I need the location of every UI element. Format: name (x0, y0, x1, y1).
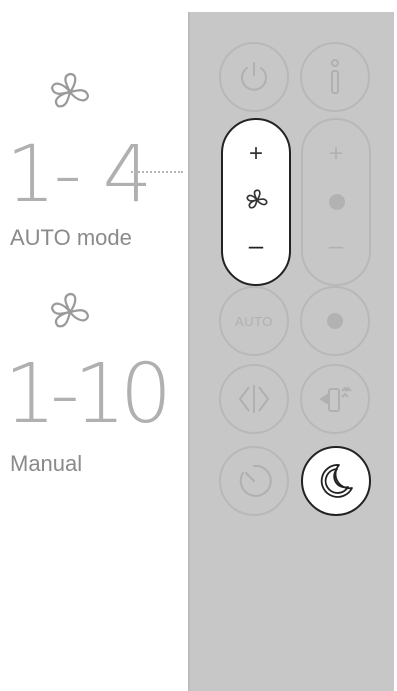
speed-legend: 1- 4 AUTO mode 1-10 Manual (0, 0, 190, 691)
sleep-timer-button[interactable] (219, 446, 289, 516)
airflow-direction-button[interactable] (300, 364, 370, 434)
info-button[interactable] (300, 42, 370, 112)
fan-icon (48, 290, 92, 334)
indicator-dot (327, 313, 343, 329)
auto-label: AUTO (235, 313, 273, 329)
timer-icon (234, 461, 274, 501)
temperature-down-button[interactable]: – (303, 232, 369, 258)
remote-control (190, 12, 394, 691)
temperature-up-button[interactable]: + (303, 142, 369, 166)
manual-mode-label: Manual (10, 451, 83, 476)
auto-speed-range: 1- 4 (6, 130, 152, 220)
oscillation-button[interactable] (219, 364, 289, 434)
power-button[interactable] (219, 42, 289, 112)
fan-icon (48, 70, 92, 114)
fan-speed-control[interactable]: + – (221, 118, 291, 286)
fan-speed-down-button[interactable]: – (223, 232, 289, 258)
indicator-dot (329, 194, 345, 210)
temperature-control[interactable]: + – (301, 118, 371, 286)
dotted-connector (131, 171, 183, 173)
info-icon (325, 57, 345, 97)
auto-mode-label: AUTO mode (10, 225, 132, 250)
auto-mode-button[interactable]: AUTO (219, 286, 289, 356)
fan-speed-up-button[interactable]: + (223, 142, 289, 166)
airflow-direction-icon (315, 379, 355, 419)
moon-icon (315, 460, 357, 502)
night-mode-button[interactable] (301, 446, 371, 516)
power-icon (236, 59, 272, 95)
oscillation-icon (234, 381, 274, 417)
manual-speed-range: 1-10 (4, 347, 172, 442)
mode-button[interactable] (300, 286, 370, 356)
fan-icon (245, 188, 269, 212)
